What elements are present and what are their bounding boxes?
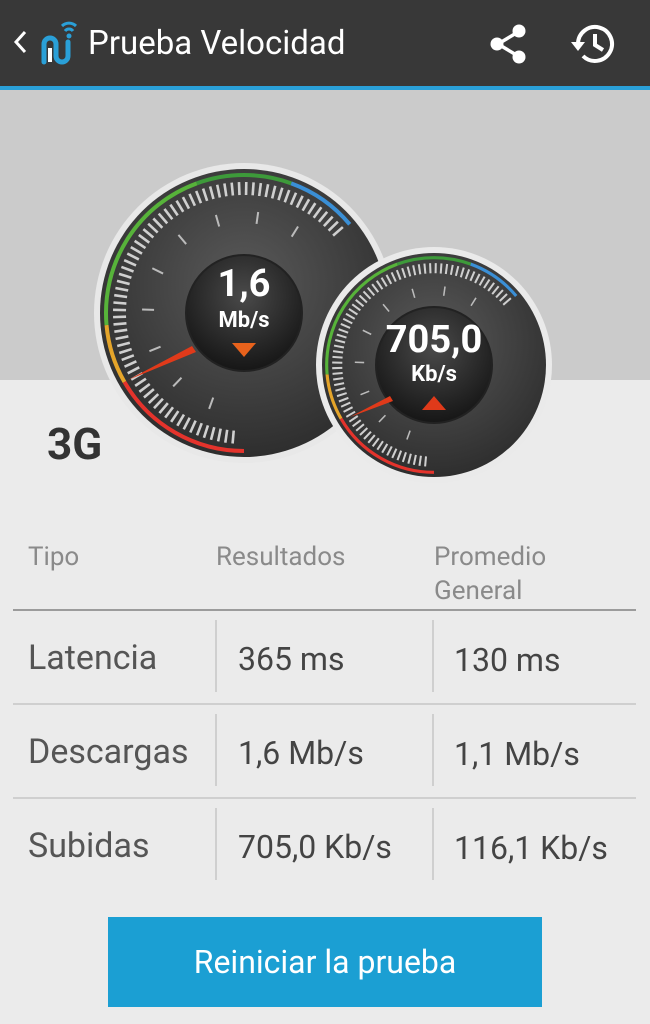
column-header-tipo: Tipo — [28, 542, 80, 572]
history-icon[interactable] — [566, 16, 622, 72]
column-divider — [432, 808, 434, 880]
table-row-subidas-result: 705,0 Kb/s — [238, 828, 392, 866]
table-row-subidas-average: 116,1 Kb/s — [454, 829, 608, 867]
table-row-latencia-average: 130 ms — [454, 641, 561, 679]
table-row-descargas-average: 1,1 Mb/s — [454, 735, 580, 773]
table-row-descargas-result: 1,6 Mb/s — [238, 734, 364, 772]
row-divider — [13, 703, 636, 705]
download-speed-unit: Mb/s — [218, 308, 270, 333]
app-title: Prueba Velocidad — [88, 24, 346, 63]
network-type-label: 3G — [47, 418, 103, 470]
row-divider — [13, 797, 636, 799]
upload-speed-unit: Kb/s — [411, 362, 457, 387]
back-chevron-icon[interactable] — [8, 22, 32, 62]
app-logo-icon — [41, 21, 78, 65]
column-divider — [215, 620, 217, 692]
share-icon[interactable] — [482, 18, 534, 70]
column-header-resultados: Resultados — [216, 542, 346, 572]
header-divider — [13, 609, 636, 611]
column-divider — [215, 714, 217, 786]
app-bar: Prueba Velocidad — [0, 0, 650, 86]
column-header-promedio: Promedio General — [434, 542, 547, 606]
table-row-latencia-result: 365 ms — [238, 640, 345, 678]
column-divider — [432, 714, 434, 786]
download-arrow-icon — [232, 343, 256, 357]
table-row-descargas-type: Descargas — [28, 732, 189, 772]
upload-speed-value: 705,0 — [385, 318, 483, 362]
table-row-latencia-type: Latencia — [28, 638, 158, 678]
column-divider — [215, 808, 217, 880]
restart-test-button[interactable]: Reiniciar la prueba — [108, 917, 542, 1007]
download-speed-value: 1,6 — [217, 262, 271, 306]
column-divider — [432, 620, 434, 692]
upload-arrow-icon — [422, 396, 446, 410]
table-row-subidas-type: Subidas — [28, 826, 150, 866]
